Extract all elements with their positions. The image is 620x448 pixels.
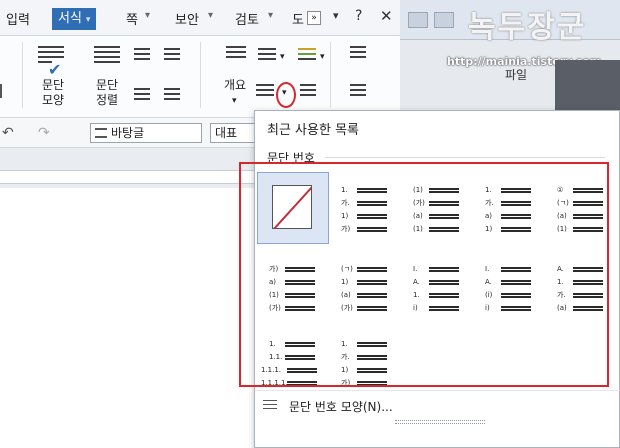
tab-caret-review: ▾ — [268, 10, 274, 21]
number-level-icon[interactable] — [350, 84, 366, 99]
back-icon — [408, 12, 428, 28]
redo-icon[interactable]: ↷ — [38, 125, 50, 141]
outdent-icon[interactable] — [134, 48, 150, 63]
tab-caret-security: ▾ — [208, 10, 214, 21]
ribbon-tab-bar: 입력 서식 ▾ 쪽 ▾ 보안 ▾ 검토 ▾ 도 » ▾ ? ✕ — [0, 0, 400, 36]
para-align-icon[interactable] — [94, 46, 120, 66]
more-tabs-button[interactable]: » — [307, 11, 321, 25]
indent-icon[interactable] — [0, 84, 14, 98]
number-format-icon[interactable] — [350, 46, 366, 61]
para-number-shape-menu-item[interactable]: 문단 번호 모양(N)... — [263, 395, 613, 417]
para-align-button[interactable]: 문단 정렬 — [90, 78, 124, 108]
numbering-icon — [263, 400, 277, 412]
ruler — [0, 148, 260, 188]
line-spacing-icon[interactable] — [164, 48, 180, 63]
outline-button[interactable]: 개요 — [222, 78, 248, 93]
para-number-shape-label: 문단 번호 모양(N)... — [289, 399, 393, 414]
indent-right-icon[interactable] — [134, 88, 150, 103]
ribbon-options-icon[interactable]: ▾ — [333, 9, 339, 22]
chevron-down-icon: ▾ — [85, 15, 91, 25]
image-bullet-icon[interactable] — [298, 48, 316, 63]
outline-icon[interactable] — [226, 46, 246, 61]
image-bullet-caret-icon[interactable]: ▾ — [320, 50, 325, 65]
tab-tools[interactable]: 도 — [292, 9, 304, 28]
checkmark-icon: ✔ — [48, 60, 62, 79]
style-select[interactable]: 대표 — [210, 123, 260, 143]
tab-review[interactable]: 검토 — [235, 9, 259, 28]
side-label: 파일 — [505, 68, 528, 82]
bullet-caret-icon[interactable]: ▾ — [280, 50, 285, 65]
para-spacing-icon[interactable] — [164, 88, 180, 103]
tab-caret-page: ▾ — [145, 10, 151, 21]
para-number-level-icon[interactable] — [300, 84, 316, 99]
tab-page[interactable]: 쪽 — [126, 9, 138, 28]
style-icon — [95, 128, 107, 138]
highlight-circle — [276, 82, 296, 108]
tab-input[interactable]: 입력 — [6, 9, 30, 28]
tab-security[interactable]: 보안 — [175, 9, 199, 28]
close-button[interactable]: ✕ — [380, 7, 393, 25]
document-area[interactable] — [0, 188, 260, 448]
tab-format[interactable]: 서식 ▾ — [52, 8, 97, 30]
font-select[interactable]: 바탕글 — [90, 123, 202, 143]
recent-list-header: 최근 사용한 목록 — [267, 123, 359, 138]
undo-icon[interactable]: ↶ — [2, 125, 14, 141]
watermark-logo: 녹두장군 — [468, 10, 587, 45]
forward-icon — [434, 12, 454, 28]
highlight-box — [239, 162, 609, 387]
ribbon-panel: ✔ 문단 모양 문단 정렬 개요 ▾ ▾ ▾ ▾ — [0, 36, 400, 118]
para-shape-button[interactable]: 문단 모양 — [38, 78, 68, 108]
resize-grip[interactable] — [395, 420, 485, 424]
bullet-icon[interactable] — [258, 48, 276, 63]
outline-caret-icon[interactable]: ▾ — [232, 94, 237, 109]
help-button[interactable]: ? — [355, 8, 362, 24]
para-number-icon[interactable] — [256, 84, 274, 99]
